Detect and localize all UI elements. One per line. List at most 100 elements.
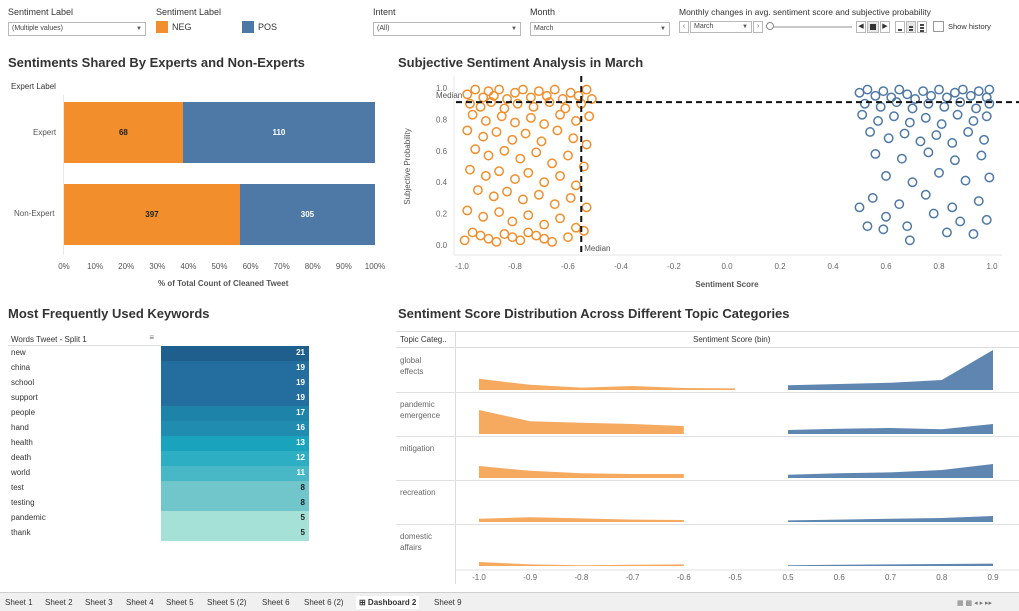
sheet-tab[interactable]: Sheet 6	[259, 596, 293, 609]
scatter-point-neg[interactable]	[483, 86, 494, 97]
scatter-point-neg[interactable]	[539, 177, 550, 188]
scatter-point-pos[interactable]	[931, 130, 942, 141]
scatter-point-neg[interactable]	[462, 205, 473, 216]
scatter-point-neg[interactable]	[470, 84, 481, 95]
scatter-point-neg[interactable]	[518, 194, 528, 205]
scatter-point-neg[interactable]	[507, 232, 518, 243]
bar-segment-pos[interactable]: 305	[239, 184, 375, 245]
scatter-point-pos[interactable]	[907, 177, 918, 188]
scatter-point-neg[interactable]	[531, 230, 542, 241]
scatter-point-neg[interactable]	[502, 186, 513, 197]
bar-segment-neg[interactable]: 68	[64, 102, 183, 163]
scatter-point-pos[interactable]	[973, 196, 984, 206]
show-history-checkbox[interactable]	[933, 21, 944, 32]
scatter-point-pos[interactable]	[881, 170, 891, 181]
scatter-point-pos[interactable]	[862, 84, 873, 95]
scatter-point-pos[interactable]	[960, 175, 971, 186]
scatter-point-neg[interactable]	[539, 119, 550, 130]
scatter-point-pos[interactable]	[878, 224, 889, 235]
scatter-point-neg[interactable]	[483, 233, 494, 244]
bar-segment-neg[interactable]: 397	[64, 184, 240, 245]
scatter-point-neg[interactable]	[581, 202, 592, 213]
scatter-point-neg[interactable]	[581, 84, 592, 95]
scatter-point-neg[interactable]	[465, 164, 475, 175]
scatter-point-pos[interactable]	[936, 119, 947, 130]
scatter-point-neg[interactable]	[584, 111, 595, 122]
keyword-row[interactable]: new 21	[0, 346, 310, 361]
scatter-point-pos[interactable]	[904, 235, 915, 246]
scatter-point-neg[interactable]	[475, 101, 486, 112]
scatter-point-pos[interactable]	[947, 202, 958, 213]
sheet-tab[interactable]: Sheet 3	[82, 596, 116, 609]
scatter-point-neg[interactable]	[515, 153, 526, 164]
scatter-point-neg[interactable]	[499, 229, 510, 239]
area-neg[interactable]	[479, 466, 684, 478]
scatter-point-pos[interactable]	[952, 109, 963, 120]
scatter-point-pos[interactable]	[854, 202, 865, 213]
scatter-point-neg[interactable]	[478, 131, 489, 142]
stop-icon[interactable]	[867, 21, 879, 33]
scatter-point-neg[interactable]	[496, 111, 507, 122]
scatter-point-neg[interactable]	[472, 185, 483, 196]
keyword-cell[interactable]: 13	[161, 436, 309, 451]
scatter-point-pos[interactable]	[865, 127, 876, 137]
sort-icon[interactable]: ≡	[149, 333, 154, 342]
scatter-point-pos[interactable]	[883, 133, 894, 144]
keyword-row[interactable]: world 11	[0, 466, 310, 481]
keyword-cell[interactable]: 12	[161, 451, 309, 466]
scatter-point-neg[interactable]	[549, 199, 560, 210]
scatter-point-pos[interactable]	[907, 103, 918, 114]
area-neg[interactable]	[479, 562, 684, 566]
scatter-point-neg[interactable]	[563, 150, 573, 161]
scatter-point-pos[interactable]	[918, 86, 929, 97]
area-neg[interactable]	[479, 410, 684, 434]
scatter-point-neg[interactable]	[531, 147, 542, 158]
keyword-row[interactable]: health 13	[0, 436, 310, 451]
keyword-cell[interactable]: 19	[161, 391, 309, 406]
keyword-cell[interactable]: 8	[161, 496, 309, 511]
keyword-row[interactable]: testing 8	[0, 496, 310, 511]
scatter-point-pos[interactable]	[873, 116, 883, 126]
keyword-row[interactable]: hand 16	[0, 421, 310, 436]
scatter-point-neg[interactable]	[523, 167, 534, 178]
area-neg[interactable]	[479, 517, 684, 522]
sheet-tab[interactable]: Sheet 6 (2)	[301, 596, 347, 609]
sheet-tab[interactable]: Sheet 5 (2)	[204, 596, 250, 609]
scatter-point-pos[interactable]	[894, 199, 905, 210]
keyword-cell[interactable]: 17	[161, 406, 309, 421]
area-neg[interactable]	[479, 378, 735, 390]
scatter-point-pos[interactable]	[923, 98, 934, 109]
scatter-point-neg[interactable]	[499, 145, 510, 156]
scatter-point-pos[interactable]	[928, 208, 939, 219]
scatter-point-pos[interactable]	[899, 128, 910, 139]
scatter-point-neg[interactable]	[565, 192, 576, 203]
area-pos[interactable]	[788, 350, 993, 390]
scatter-point-pos[interactable]	[949, 87, 960, 98]
scatter-point-pos[interactable]	[870, 148, 881, 159]
play-icon[interactable]: ▶	[880, 21, 890, 33]
scatter-point-pos[interactable]	[963, 127, 974, 137]
scatter-point-pos[interactable]	[957, 84, 968, 95]
scatter-point-pos[interactable]	[915, 136, 926, 147]
keyword-cell[interactable]: 8	[161, 481, 309, 496]
scatter-point-neg[interactable]	[462, 89, 473, 100]
scatter-point-pos[interactable]	[971, 103, 982, 114]
scatter-point-pos[interactable]	[976, 150, 987, 161]
sheet-tab[interactable]: Sheet 5	[163, 596, 197, 609]
scatter-point-neg[interactable]	[547, 158, 558, 169]
scatter-point-neg[interactable]	[552, 125, 563, 136]
scatter-point-pos[interactable]	[947, 138, 958, 148]
keyword-row[interactable]: school 19	[0, 376, 310, 391]
keyword-row[interactable]: test 8	[0, 481, 310, 496]
keyword-row[interactable]: china 19	[0, 361, 310, 376]
scatter-point-pos[interactable]	[904, 117, 915, 128]
scatter-point-pos[interactable]	[857, 109, 868, 120]
keyword-cell[interactable]: 16	[161, 421, 309, 436]
scatter-point-neg[interactable]	[563, 232, 573, 243]
scatter-point-pos[interactable]	[902, 89, 913, 100]
keyword-row[interactable]: support 19	[0, 391, 310, 406]
scatter-point-pos[interactable]	[923, 147, 934, 158]
scatter-point-pos[interactable]	[955, 216, 966, 227]
scatter-point-neg[interactable]	[512, 98, 523, 109]
scatter-point-neg[interactable]	[525, 112, 536, 123]
